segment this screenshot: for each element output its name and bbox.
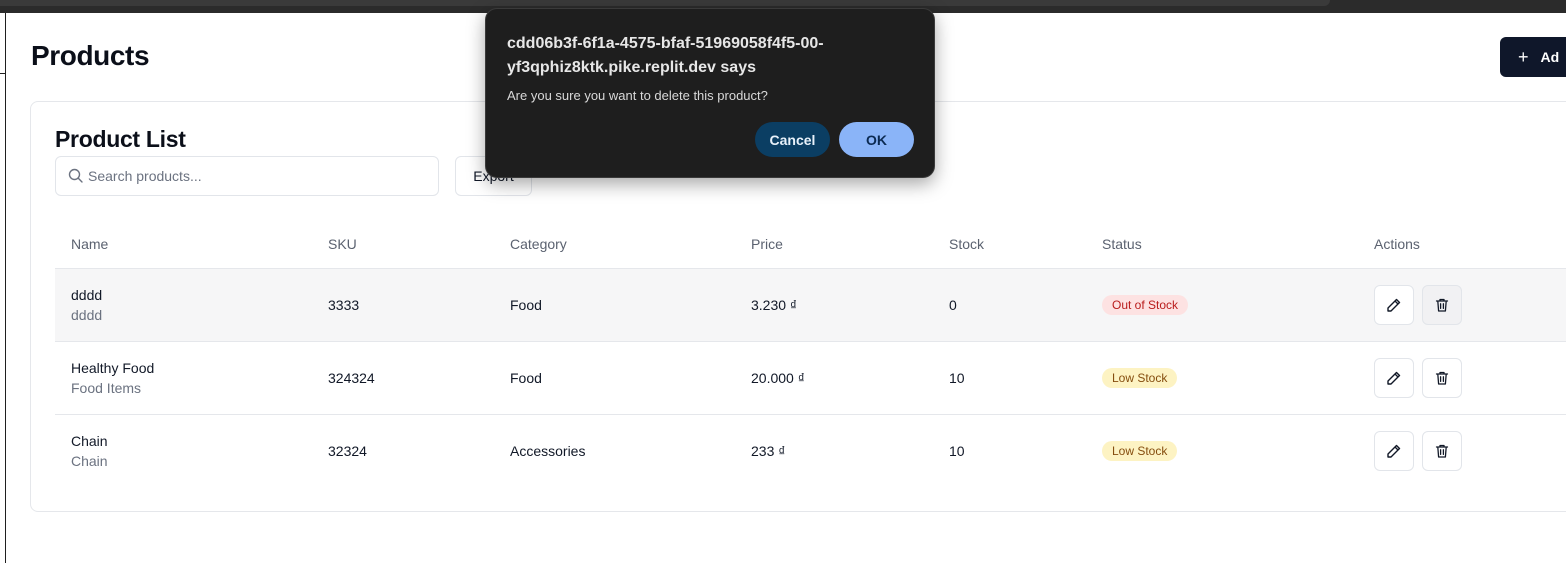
status-badge: Low Stock [1102, 368, 1178, 388]
card-title: Product List [55, 126, 186, 152]
search-icon [68, 168, 83, 183]
product-price: 233 ₫ [751, 443, 786, 459]
product-stock: 0 [949, 297, 957, 313]
dialog-ok-button[interactable]: OK [839, 122, 914, 157]
edit-button[interactable] [1374, 358, 1414, 398]
trash-icon [1435, 371, 1449, 385]
column-header-price: Price [751, 236, 783, 252]
product-name: Healthy Food [71, 360, 155, 376]
table-row [55, 414, 1566, 487]
product-sku: 324324 [328, 370, 375, 386]
pencil-icon [1387, 298, 1401, 312]
product-name: dddd [71, 287, 103, 303]
confirm-dialog: cdd06b3f-6f1a-4575-bfaf-51969058f4f5-00-… [485, 8, 935, 178]
delete-button[interactable] [1422, 358, 1462, 398]
product-stock: 10 [949, 370, 965, 386]
column-header-status: Status [1102, 236, 1142, 252]
product-category: Food [510, 297, 542, 313]
product-category: Accessories [510, 443, 586, 459]
product-stock: 10 [949, 443, 965, 459]
sidebar-border [5, 13, 6, 563]
product-sku: 3333 [328, 297, 360, 313]
column-header-category: Category [510, 236, 567, 252]
table-row [55, 341, 1566, 414]
edit-button[interactable] [1374, 431, 1414, 471]
product-sku: 32324 [328, 443, 367, 459]
trash-icon [1435, 298, 1449, 312]
add-product-button[interactable]: + Ad [1500, 37, 1566, 77]
product-price: 20.000 ₫ [751, 370, 805, 386]
add-product-label: Ad [1540, 49, 1560, 65]
column-header-stock: Stock [949, 236, 985, 252]
product-name: Chain [71, 433, 108, 449]
trash-icon [1435, 444, 1449, 458]
dialog-message: Are you sure you want to delete this pro… [507, 88, 768, 103]
status-badge: Out of Stock [1102, 295, 1189, 315]
search-box[interactable] [55, 156, 439, 196]
page-title: Products [31, 40, 150, 71]
product-category: Food [510, 370, 542, 386]
edit-button[interactable] [1374, 285, 1414, 325]
dialog-cancel-button[interactable]: Cancel [755, 122, 830, 157]
product-subtitle: Chain [71, 453, 108, 469]
search-input[interactable] [56, 157, 438, 195]
column-header-actions: Actions [1374, 236, 1420, 252]
column-header-sku: SKU [328, 236, 357, 252]
status-badge: Low Stock [1102, 441, 1178, 461]
plus-icon: + [1518, 47, 1529, 67]
column-header-name: Name [71, 236, 109, 252]
delete-button[interactable] [1422, 431, 1462, 471]
dialog-title: cdd06b3f-6f1a-4575-bfaf-51969058f4f5-00-… [507, 35, 824, 76]
product-subtitle: Food Items [71, 380, 142, 396]
product-subtitle: dddd [71, 307, 103, 323]
delete-button[interactable] [1422, 285, 1462, 325]
product-price: 3.230 ₫ [751, 297, 798, 313]
pencil-icon [1387, 371, 1401, 385]
table-row [55, 268, 1566, 341]
sidebar-divider [0, 73, 5, 74]
pencil-icon [1387, 444, 1401, 458]
browser-tab-strip [0, 0, 1330, 6]
